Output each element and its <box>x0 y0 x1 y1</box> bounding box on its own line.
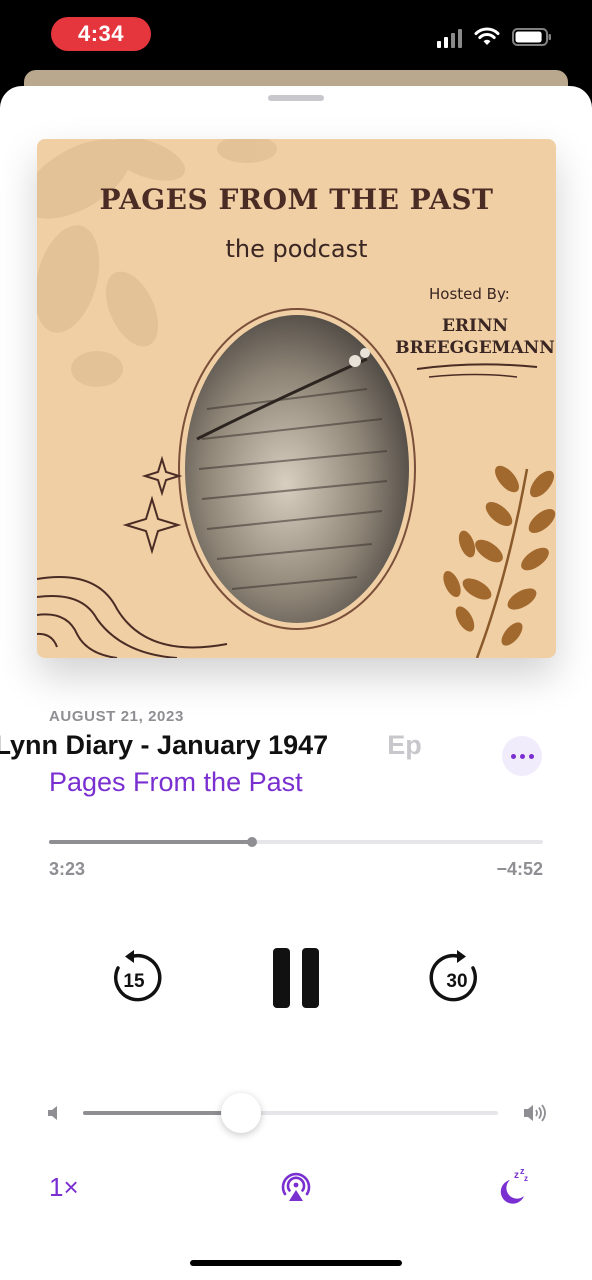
episode-title: ma Lynn Diary - January 1947 Ep <box>0 730 422 761</box>
episode-title-next: Ep <box>387 730 422 760</box>
volume-high-icon <box>524 1104 546 1122</box>
home-indicator[interactable] <box>190 1260 402 1266</box>
skip-back-arrow-icon <box>125 950 134 963</box>
remaining-time: −4:52 <box>496 859 543 879</box>
volume-knob[interactable] <box>220 1093 261 1133</box>
airplay-icon <box>281 1172 311 1201</box>
playback-progress-slider[interactable] <box>49 837 543 847</box>
more-dot-icon <box>510 753 516 759</box>
host-name-line2: BREEGGEMANN <box>395 338 555 358</box>
artwork-hosted-by: Hosted By: <box>429 285 510 303</box>
volume-fill <box>83 1111 241 1115</box>
artwork-title: PAGES FROM THE PAST <box>99 183 494 216</box>
progress-knob[interactable] <box>246 837 257 847</box>
elapsed-time: 3:23 <box>49 859 86 879</box>
status-icons <box>437 26 552 48</box>
episode-date: AUGUST 21, 2023 <box>49 708 184 725</box>
battery-icon <box>512 28 551 46</box>
episode-title-text: ma Lynn Diary - January 1947 <box>0 730 329 760</box>
more-dot-icon <box>519 753 525 759</box>
host-name-line1: ERINN <box>441 316 509 336</box>
pause-button[interactable] <box>273 948 319 1008</box>
artwork-subtitle: the podcast <box>225 235 368 263</box>
volume-slider[interactable] <box>83 1093 498 1133</box>
airplay-button[interactable] <box>278 1170 314 1204</box>
artwork-host-name: ERINN BREEGGEMANN <box>395 315 555 359</box>
pause-bar-icon <box>273 948 290 1008</box>
sleep-timer-button[interactable]: z z z <box>494 1166 530 1206</box>
skip-forward-seconds: 30 <box>446 971 467 992</box>
show-name-link[interactable]: Pages From the Past <box>49 767 303 798</box>
cellular-signal-icon <box>437 26 462 48</box>
skip-back-seconds: 15 <box>123 971 145 992</box>
svg-text:z: z <box>514 1170 519 1181</box>
playback-speed-button[interactable]: 1× <box>49 1172 79 1203</box>
skip-back-15-button[interactable]: 15 <box>106 950 162 1006</box>
episode-artwork: PAGES FROM THE PAST the podcast Hosted B… <box>37 139 556 658</box>
progress-fill <box>49 840 252 844</box>
svg-text:z: z <box>524 1174 528 1183</box>
status-time[interactable]: 4:34 <box>51 17 151 51</box>
pause-bar-icon <box>302 948 319 1008</box>
skip-forward-arrow-icon <box>457 950 466 963</box>
sheet-grabber[interactable] <box>268 95 324 101</box>
now-playing-sheet: PAGES FROM THE PAST the podcast Hosted B… <box>0 86 592 1280</box>
wifi-icon <box>474 27 500 45</box>
episode-title-marquee: ma Lynn Diary - January 1947 Ep <box>0 730 490 770</box>
more-dot-icon <box>528 753 534 759</box>
status-bar: 4:34 <box>0 0 592 72</box>
volume-low-icon <box>48 1106 57 1120</box>
moon-zzz-icon: z z z <box>500 1166 528 1204</box>
artwork-illustration <box>37 139 556 658</box>
skip-forward-30-button[interactable]: 30 <box>429 950 485 1006</box>
more-options-button[interactable] <box>502 736 542 776</box>
